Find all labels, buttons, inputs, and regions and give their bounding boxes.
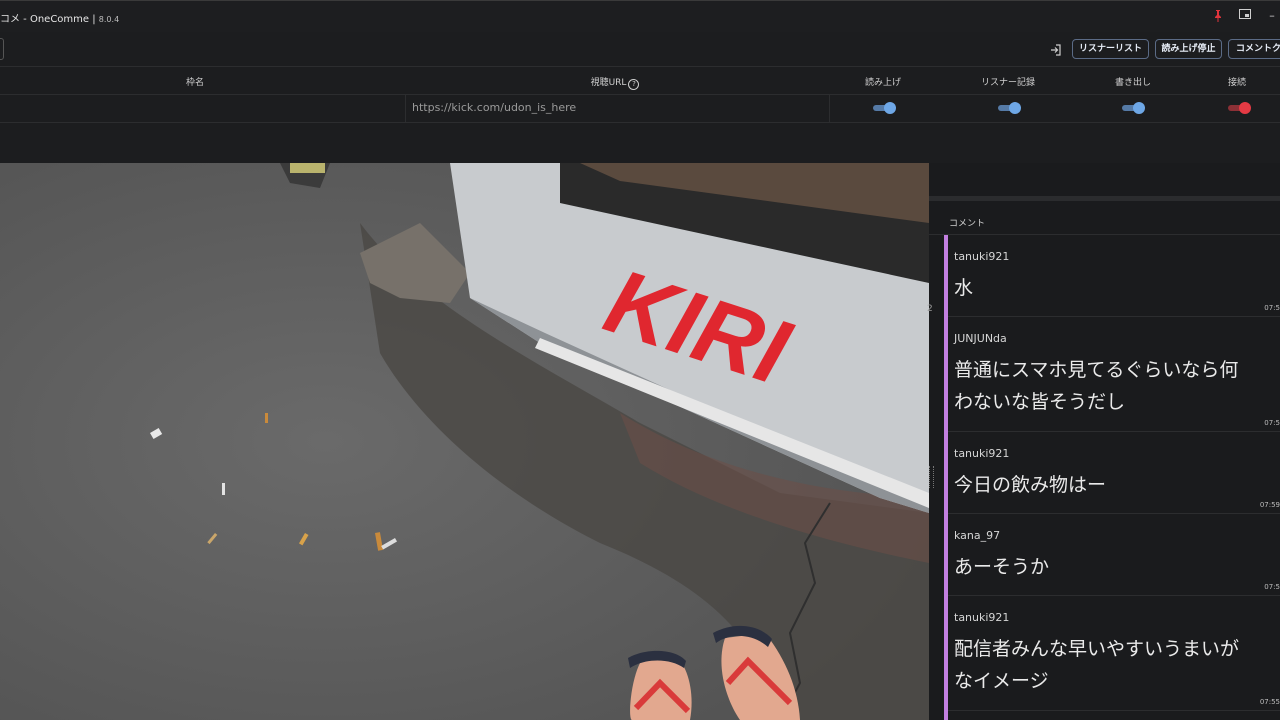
- header-url-label: 視聴URL: [590, 78, 627, 88]
- comment-item[interactable]: JUNJUNda 普通にスマホ見てるぐらいなら何 わないな皆そうだし 07:5: [948, 317, 1280, 432]
- listener-list-button[interactable]: リスナーリスト: [1072, 39, 1149, 59]
- comment-username: tanuki921: [954, 611, 1010, 624]
- export-toggle[interactable]: [1122, 102, 1145, 114]
- comment-time: 07:5: [1264, 419, 1280, 427]
- header-connect: 接続: [1227, 78, 1246, 88]
- comments-list: tanuki921 水 07:5 JUNJUNda 普通にスマホ見てるぐらいなら…: [948, 235, 1280, 720]
- comments-panel: コメント 2 tanuki921 水 07:5 JUNJUNda 普通にスマホ見…: [927, 163, 1280, 720]
- minimize-icon[interactable]: –: [1265, 9, 1279, 23]
- comment-text: 今日の飲み物はー: [954, 469, 1280, 501]
- comment-line: あーそうか: [954, 556, 1050, 578]
- comment-text: あーそうか: [954, 551, 1280, 583]
- read-toggle[interactable]: [873, 102, 896, 114]
- comment-item[interactable]: tanuki921 配信者みんな早いやすいうまいが なイメージ 07:55: [948, 596, 1280, 711]
- toolbar: リスナーリスト 読み上げ停止 コメントク: [0, 32, 1280, 67]
- listener-log-toggle[interactable]: [998, 102, 1021, 114]
- window-title: コメ - OneComme | 8.0.4: [0, 10, 119, 25]
- sign-in-icon[interactable]: [1049, 42, 1063, 56]
- comment-username: tanuki921: [954, 447, 1010, 460]
- help-icon[interactable]: ?: [628, 79, 640, 90]
- comment-item[interactable]: tanuki921 水 07:5: [948, 235, 1280, 317]
- pin-icon[interactable]: [1211, 9, 1225, 23]
- comments-header: コメント: [929, 209, 1280, 235]
- comment-line: 配信者みんな早いやすいうまいが: [954, 638, 1240, 660]
- comment-text: 水: [954, 272, 1280, 304]
- comment-line: 普通にスマホ見てるぐらいなら何: [954, 359, 1239, 381]
- comment-time: 07:59: [1259, 501, 1280, 509]
- comment-text: 普通にスマホ見てるぐらいなら何 わないな皆そうだし: [954, 354, 1280, 418]
- connect-toggle[interactable]: [1228, 102, 1251, 114]
- header-name: 枠名: [185, 78, 204, 88]
- comment-time: 07:55: [1259, 698, 1280, 706]
- panel-divider[interactable]: [929, 196, 1280, 201]
- frames-table-row: https://kick.com/udon_is_here: [0, 94, 1280, 123]
- comment-line: なイメージ: [954, 670, 1049, 692]
- comment-item[interactable]: kana_97 あーそうか 07:5: [948, 514, 1280, 596]
- app-version: 8.0.4: [98, 15, 120, 24]
- comment-clear-button[interactable]: コメントク: [1228, 39, 1280, 59]
- header-read: 読み上げ: [864, 78, 901, 88]
- comment-line: わないな皆そうだし: [954, 391, 1126, 413]
- comment-line: 水: [954, 277, 974, 299]
- comment-line: 今日の飲み物はー: [954, 474, 1107, 496]
- comment-time: 07:5: [1264, 304, 1280, 312]
- picture-in-picture-icon[interactable]: [1238, 9, 1252, 23]
- resize-handle[interactable]: [929, 466, 934, 488]
- title-bar: コメ - OneComme | 8.0.4 –: [0, 0, 1280, 32]
- comment-item[interactable]: tanuki921 今日の飲み物はー 07:59: [948, 432, 1280, 514]
- video-frame-image: KIRI: [0, 163, 929, 720]
- comments-header-label: コメント: [949, 219, 986, 229]
- url-input[interactable]: https://kick.com/udon_is_here: [405, 94, 830, 122]
- side-marker: 2: [927, 304, 933, 314]
- header-export: 書き出し: [1114, 78, 1151, 88]
- app-title: コメ - OneComme |: [0, 14, 99, 25]
- comment-username: JUNJUNda: [954, 332, 1007, 345]
- left-edge-control[interactable]: [0, 38, 4, 60]
- comment-time: 07:5: [1264, 583, 1280, 591]
- comment-username: tanuki921: [954, 250, 1010, 263]
- stop-reading-button[interactable]: 読み上げ停止: [1155, 39, 1222, 59]
- header-listener-log: リスナー記録: [980, 78, 1035, 88]
- frames-table-header: 枠名 視聴URL? 読み上げ リスナー記録 書き出し 接続: [0, 67, 1280, 95]
- comment-text: 配信者みんな早いやすいうまいが なイメージ: [954, 633, 1280, 697]
- video-preview: KIRI: [0, 163, 929, 720]
- header-url: 視聴URL?: [570, 75, 660, 90]
- comment-username: kana_97: [954, 529, 1001, 542]
